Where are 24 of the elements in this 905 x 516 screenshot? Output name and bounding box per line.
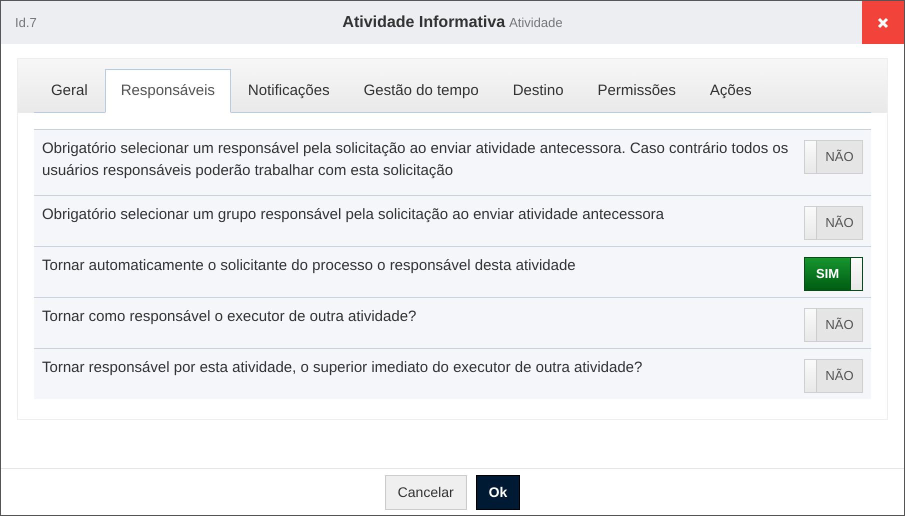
window-title: Atividade Informativa (342, 12, 506, 32)
toggle-switch[interactable]: NÃO (804, 206, 863, 240)
setting-label: Obrigatório selecionar um responsável pela solicitação ao enviar atividade antecessora. Caso contrário todos os usuários responsáveis poderão trabalhar com esta solicitação (42, 139, 790, 181)
ok-button[interactable]: Ok (476, 474, 520, 510)
toggle-switch[interactable]: NÃO (804, 308, 863, 342)
toggle-switch[interactable]: NÃO (804, 359, 863, 393)
cancel-button[interactable]: Cancelar (384, 474, 467, 510)
toggle-switch[interactable]: NÃO (804, 140, 863, 174)
toggle-switch[interactable]: SIM (804, 257, 863, 291)
close-icon (877, 16, 889, 28)
close-button[interactable] (862, 1, 904, 44)
tab[interactable]: Destino (496, 69, 581, 113)
tab[interactable]: Permissões (580, 69, 693, 113)
setting-label: Tornar como responsável o executor de outra atividade? (42, 307, 418, 327)
setting-label: Obrigatório selecionar um grupo responsável pela solicitação ao enviar atividade antecessora (42, 205, 666, 225)
tab[interactable]: Notificações (230, 69, 347, 113)
tab[interactable]: Gestão do tempo (346, 69, 496, 113)
window-subtitle: Atividade (509, 14, 563, 32)
tab[interactable]: Geral (34, 69, 105, 113)
tab[interactable]: Ações (692, 69, 769, 113)
setting-label: Tornar responsável por esta atividade, o superior imediato do executor de outra atividade? (42, 358, 644, 378)
dialog-id: Id.7 (15, 14, 37, 32)
tab[interactable]: Responsáveis (104, 69, 231, 113)
setting-label: Tornar automaticamente o solicitante do processo o responsável desta atividade (42, 256, 577, 276)
